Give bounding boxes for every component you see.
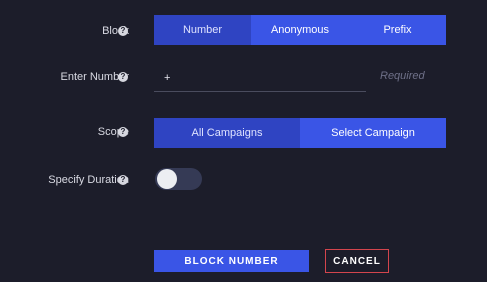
help-icon[interactable]: ? (118, 26, 128, 36)
required-hint: Required (380, 70, 425, 82)
scope-selector: All Campaigns Select Campaign (154, 118, 446, 148)
block-option-anonymous[interactable]: Anonymous (251, 15, 349, 45)
specify-duration-label: Specify Duration (48, 174, 129, 186)
block-number-form: Block ? Number Anonymous Prefix Enter Nu… (0, 0, 487, 282)
help-icon[interactable]: ? (118, 127, 128, 137)
help-icon[interactable]: ? (118, 175, 128, 185)
block-type-selector: Number Anonymous Prefix (154, 15, 446, 45)
number-input[interactable] (154, 64, 366, 92)
help-icon[interactable]: ? (118, 72, 128, 82)
block-number-button[interactable]: BLOCK NUMBER (154, 250, 309, 272)
block-option-number[interactable]: Number (154, 15, 251, 45)
scope-option-all-campaigns[interactable]: All Campaigns (154, 118, 300, 148)
toggle-knob (157, 169, 177, 189)
cancel-button[interactable]: CANCEL (325, 249, 389, 273)
scope-option-select-campaign[interactable]: Select Campaign (300, 118, 446, 148)
duration-toggle[interactable] (155, 168, 202, 190)
block-option-prefix[interactable]: Prefix (349, 15, 446, 45)
